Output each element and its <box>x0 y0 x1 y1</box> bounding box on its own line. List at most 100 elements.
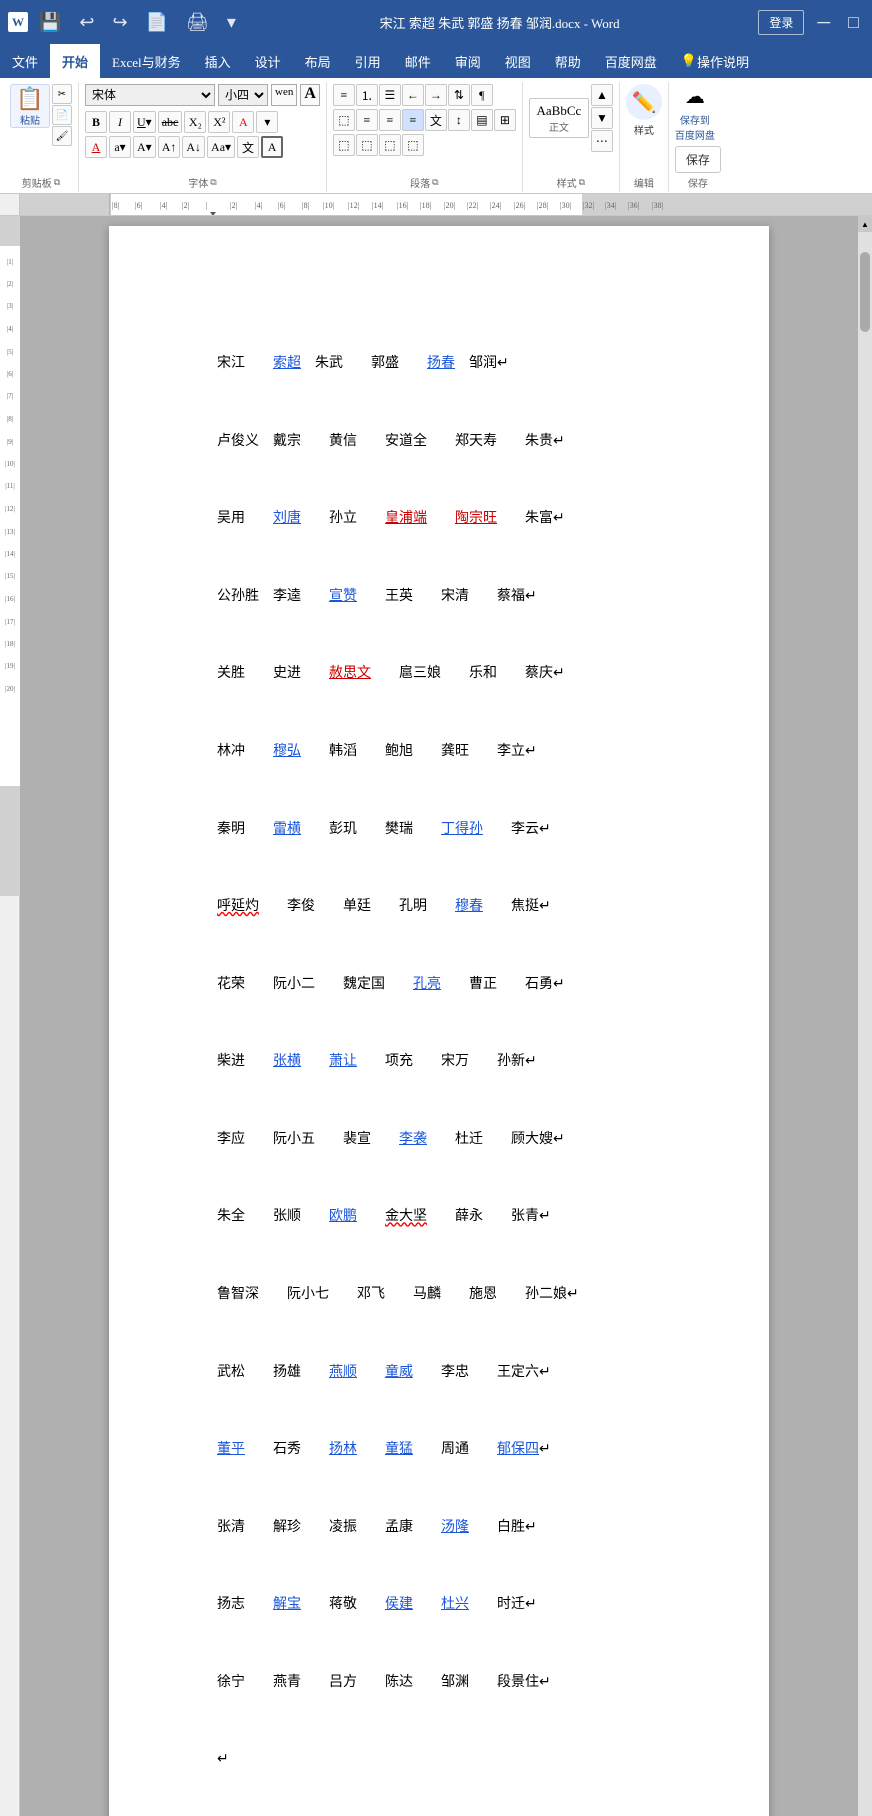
menu-insert[interactable]: 插入 <box>193 44 243 78</box>
font-color-btn2[interactable]: A▾ <box>133 136 156 158</box>
font-expand-icon[interactable]: ⧉ <box>210 177 216 188</box>
menu-excel[interactable]: Excel与财务 <box>100 44 193 78</box>
line-spacing-btn[interactable]: ↕ <box>448 109 470 131</box>
cut-button[interactable]: ✂ <box>52 84 72 104</box>
chinese-layout-btn[interactable]: 文 <box>425 109 447 131</box>
font-name-select[interactable]: 宋体 <box>85 84 215 106</box>
shading-btn[interactable]: ▤ <box>471 109 493 131</box>
save-button[interactable]: 保存 <box>675 146 721 173</box>
font-size-large-btn[interactable]: A <box>300 84 320 106</box>
doc-line-6[interactable]: 林冲 穆弘 韩滔 鲍旭 龚旺 李立↵ <box>189 714 689 790</box>
menu-file[interactable]: 文件 <box>0 44 50 78</box>
undo-btn[interactable]: ↩ <box>74 10 99 35</box>
print-btn[interactable]: 🖨 <box>181 10 214 35</box>
vertical-scrollbar[interactable]: ▲ ▼ <box>858 216 872 1816</box>
doc-line-12[interactable]: 朱全 张顺 欧鹏 金大坚 薛永 张青↵ <box>189 1179 689 1255</box>
show-marks-btn[interactable]: ¶ <box>471 84 493 106</box>
clipboard-expand-icon[interactable]: ⧉ <box>54 177 60 188</box>
doc-page[interactable]: 宋江 索超 朱武 郭盛 扬春 邹润↵ 卢俊义 戴宗 黄信 安道全 郑天寿 朱贵↵… <box>109 226 769 1816</box>
scroll-thumb[interactable] <box>860 252 870 332</box>
doc-line-4[interactable]: 公孙胜 李逵 宣赞 王英 宋清 蔡福↵ <box>189 559 689 635</box>
justify-btn[interactable]: ≡ <box>402 109 424 131</box>
phonetic-btn[interactable]: 文 <box>237 136 259 158</box>
styles-expand-icon[interactable]: ⧉ <box>579 177 585 188</box>
strikethrough-button[interactable]: abc <box>158 111 183 133</box>
doc-line-13[interactable]: 鲁智深 阮小七 邓飞 马麟 施恩 孙二娘↵ <box>189 1257 689 1333</box>
doc-line-18[interactable]: 徐宁 燕青 吕方 陈达 邹渊 段景住↵ <box>189 1645 689 1721</box>
sort-btn[interactable]: ⇅ <box>448 84 470 106</box>
more-tools-btn[interactable]: ▾ <box>222 10 241 35</box>
login-button[interactable]: 登录 <box>758 10 804 35</box>
menu-layout[interactable]: 布局 <box>293 44 343 78</box>
highlight-button[interactable]: a▾ <box>109 136 131 158</box>
menu-references[interactable]: 引用 <box>343 44 393 78</box>
redo-btn[interactable]: ↪ <box>108 10 133 35</box>
edit-button[interactable]: ✏️ 样式 <box>626 84 662 137</box>
bold-button[interactable]: B <box>85 111 107 133</box>
menu-design[interactable]: 设计 <box>243 44 293 78</box>
menu-baidu[interactable]: 百度网盘 <box>593 44 669 78</box>
doc-line-8[interactable]: 呼延灼 李俊 单廷 孔明 穆春 焦挺↵ <box>189 869 689 945</box>
menu-home[interactable]: 开始 <box>50 44 100 78</box>
align-center-btn[interactable]: ≡ <box>356 109 378 131</box>
doc-line-9[interactable]: 花荣 阮小二 魏定国 孔亮 曹正 石勇↵ <box>189 947 689 1023</box>
numbered-list-btn[interactable]: ⒈ <box>356 84 378 106</box>
para-extra1-btn[interactable]: ⬚ <box>333 134 355 156</box>
uppercase-btn[interactable]: Aa▾ <box>207 136 235 158</box>
menu-operation[interactable]: 💡 操作说明 <box>669 44 761 78</box>
align-right-btn[interactable]: ≡ <box>379 109 401 131</box>
styles-more-btn[interactable]: ⋯ <box>591 130 613 152</box>
border-btn[interactable]: ⊞ <box>494 109 516 131</box>
subscript-button[interactable]: X₂ <box>184 111 206 133</box>
doc-line-3[interactable]: 吴用 刘唐 孙立 皇浦端 陶宗旺 朱富↵ <box>189 481 689 557</box>
doc-line-15[interactable]: 董平 石秀 扬林 童猛 周通 郁保四↵ <box>189 1412 689 1488</box>
doc-line-7[interactable]: 秦明 雷横 彭玑 樊瑞 丁得孙 李云↵ <box>189 791 689 867</box>
doc-line-empty2[interactable]: ↵ <box>189 1800 689 1816</box>
italic-button[interactable]: I <box>109 111 131 133</box>
doc-line-17[interactable]: 扬志 解宝 蒋敬 侯建 杜兴 时迁↵ <box>189 1567 689 1643</box>
doc-line-1[interactable]: 宋江 索超 朱武 郭盛 扬春 邹润↵ <box>189 326 689 402</box>
save-quick-btn[interactable]: 💾 <box>34 10 66 35</box>
doc-line-5[interactable]: 关胜 史进 赦思文 扈三娘 乐和 蔡庆↵ <box>189 636 689 712</box>
new-doc-btn[interactable]: 📄 <box>141 10 173 35</box>
para-extra2-btn[interactable]: ⬚ <box>356 134 378 156</box>
superscript-button[interactable]: X² <box>208 111 230 133</box>
minimize-btn[interactable]: ─ <box>812 10 835 35</box>
menu-review[interactable]: 审阅 <box>443 44 493 78</box>
doc-line-2[interactable]: 卢俊义 戴宗 黄信 安道全 郑天寿 朱贵↵ <box>189 404 689 480</box>
menu-view[interactable]: 视图 <box>493 44 543 78</box>
font-color-button[interactable]: A <box>85 136 107 158</box>
doc-scroll-area[interactable]: 宋江 索超 朱武 郭盛 扬春 邹润↵ 卢俊义 戴宗 黄信 安道全 郑天寿 朱贵↵… <box>20 216 858 1816</box>
para-extra3-btn[interactable]: ⬚ <box>379 134 401 156</box>
styles-scroll-down-btn[interactable]: ▼ <box>591 107 613 129</box>
menu-mail[interactable]: 邮件 <box>393 44 443 78</box>
decrease-indent-btn[interactable]: ← <box>402 84 424 106</box>
style-normal[interactable]: AaBbCc 正文 <box>529 98 589 138</box>
menu-help[interactable]: 帮助 <box>543 44 593 78</box>
format-painter-button[interactable]: 🖌 <box>52 126 72 146</box>
paragraph-expand-icon[interactable]: ⧉ <box>432 177 438 188</box>
align-left-btn[interactable]: ⬚ <box>333 109 355 131</box>
decrease-font-btn[interactable]: A↓ <box>182 136 205 158</box>
maximize-btn[interactable]: □ <box>843 10 864 35</box>
para-extra4-btn[interactable]: ⬚ <box>402 134 424 156</box>
doc-line-16[interactable]: 张清 解珍 凌振 孟康 汤隆 白胜↵ <box>189 1489 689 1565</box>
font-size-select[interactable]: 小四 <box>218 84 268 106</box>
underline-button[interactable]: U ▾ <box>133 111 156 133</box>
font-color-dropdown[interactable]: ▾ <box>256 111 278 133</box>
doc-line-10[interactable]: 柴进 张横 萧让 项充 宋万 孙新↵ <box>189 1024 689 1100</box>
font-size-increase-btn[interactable]: wen <box>271 84 297 106</box>
styles-scroll-up-btn[interactable]: ▲ <box>591 84 613 106</box>
increase-font-btn[interactable]: A↑ <box>158 136 181 158</box>
doc-line-empty1[interactable]: ↵ <box>189 1722 689 1798</box>
bullet-list-btn[interactable]: ≡ <box>333 84 355 106</box>
copy-button[interactable]: 📄 <box>52 105 72 125</box>
doc-line-11[interactable]: 李应 阮小五 裴宣 李袭 杜迁 顾大嫂↵ <box>189 1102 689 1178</box>
border-char-btn[interactable]: A <box>261 136 283 158</box>
increase-indent-btn[interactable]: → <box>425 84 447 106</box>
scroll-up-btn[interactable]: ▲ <box>858 216 872 232</box>
clear-format-button[interactable]: A <box>232 111 254 133</box>
doc-line-14[interactable]: 武松 扬雄 燕顺 童威 李忠 王定六↵ <box>189 1334 689 1410</box>
paste-button[interactable]: 📋 粘贴 <box>10 84 50 128</box>
outline-list-btn[interactable]: ☰ <box>379 84 401 106</box>
